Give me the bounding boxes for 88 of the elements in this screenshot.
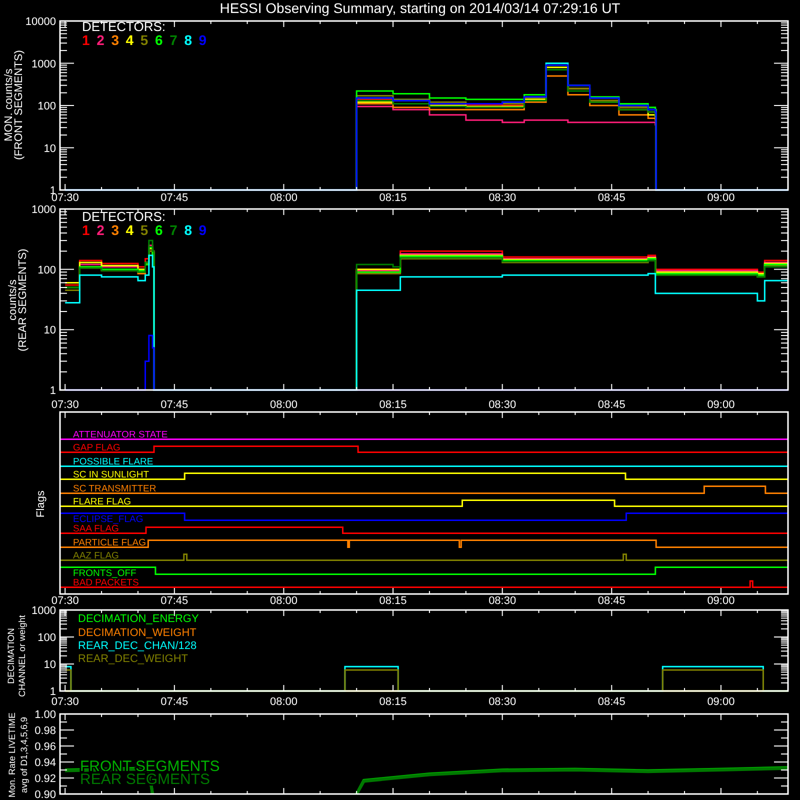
legend-label: 9 — [198, 222, 207, 238]
tick-label: 0.90 — [34, 789, 56, 800]
legend-title: DETECTORS: — [82, 19, 166, 34]
tick-label: 07:45 — [160, 399, 188, 410]
tick-label: 08:15 — [379, 696, 407, 708]
flag-label: AAZ FLAG — [73, 550, 119, 562]
tick-label: 1000 — [32, 606, 56, 617]
axis-title: MON. counts/s (FRONT SEGMENTS) — [3, 50, 25, 160]
legend-label: 2 — [96, 32, 104, 48]
flag-label: PARTICLE FLAG — [73, 537, 146, 548]
legend-label: 4 — [126, 32, 134, 48]
tick-label: 08:30 — [488, 595, 516, 606]
tick-label: 08:45 — [598, 595, 626, 606]
legend-label: 4 — [126, 222, 134, 238]
legend-label: 3 — [111, 32, 119, 48]
legend-label: 8 — [184, 222, 192, 238]
tick-label: 07:45 — [160, 595, 188, 606]
chart-title: HESSI Observing Summary, starting on 2014/03/14 07:29:16 UT — [220, 0, 620, 16]
tick-label: 08:00 — [270, 399, 298, 410]
tick-label: 08:30 — [488, 696, 516, 708]
flag-label: FRONTS_OFF — [73, 568, 136, 579]
tick-label: 08:45 — [598, 192, 626, 204]
tick-label: 07:30 — [51, 399, 79, 410]
flag-label: ECLIPSE_FLAG — [73, 514, 144, 525]
axis-title: DECIMATION CHANNEL or weight — [6, 615, 27, 697]
legend-label: 7 — [170, 32, 178, 48]
tick-label: 09:00 — [707, 192, 735, 204]
tick-label: 08:45 — [598, 696, 626, 708]
legend-label: 6 — [155, 32, 163, 48]
tick-label: 07:30 — [51, 595, 79, 606]
flag-label: SC TRANSMITTER — [73, 483, 156, 494]
tick-label: 08:15 — [379, 595, 407, 606]
flag-label: FLARE FLAG — [73, 496, 132, 508]
tick-label: 08:00 — [270, 696, 298, 708]
tick-label: 08:15 — [379, 192, 407, 204]
tick-label: 08:45 — [598, 399, 626, 410]
tick-label: 10 — [44, 324, 56, 337]
tick-label: 10 — [44, 142, 56, 155]
legend-label: 5 — [140, 32, 148, 48]
flag-label: ATTENUATOR STATE — [73, 429, 168, 440]
tick-label: 1 — [50, 385, 56, 397]
tick-label: 08:00 — [270, 595, 298, 606]
legend-label: 1 — [82, 32, 90, 48]
tick-label: 0.92 — [34, 773, 56, 785]
tick-label: 100 — [38, 100, 56, 112]
legend-label: 6 — [155, 222, 163, 238]
tick-label: 08:30 — [488, 399, 516, 410]
tick-label: 09:00 — [707, 595, 735, 606]
tick-label: 0.98 — [34, 725, 56, 737]
flag-label: SC IN SUNLIGHT — [73, 469, 150, 480]
tick-label: 1 — [50, 686, 56, 698]
tick-label: 100 — [38, 632, 56, 644]
legend-label: 3 — [111, 222, 119, 238]
tick-label: 08:15 — [379, 399, 407, 410]
axis-title: counts/s (REAR SEGMENTS) — [7, 248, 29, 352]
legend-label: DECIMATION_ENERGY — [78, 613, 199, 625]
tick-label: 100 — [38, 264, 56, 276]
tick-label: 10000 — [25, 16, 56, 28]
tick-label: 08:30 — [488, 192, 516, 204]
legend-label: 5 — [140, 222, 148, 238]
legend-label: 7 — [170, 222, 178, 238]
tick-label: 10 — [44, 659, 56, 671]
legend-title: DETECTORS: — [82, 209, 166, 224]
axis-title: Mon. Rate LIVETIME avg of D1,3,4,5,6,9 — [7, 712, 29, 798]
flag-label: GAP FLAG — [73, 442, 120, 454]
tick-label: 08:00 — [270, 192, 298, 204]
tick-label: 1.00 — [34, 709, 56, 721]
legend-label: DECIMATION_WEIGHT — [78, 627, 196, 639]
tick-label: 1000 — [32, 205, 56, 216]
legend-label: REAR_DEC_WEIGHT — [78, 653, 188, 665]
flag-label: SAA FLAG — [73, 523, 119, 534]
tick-label: 0.94 — [34, 757, 56, 769]
legend-label: REAR_DEC_CHAN/128 — [78, 640, 197, 652]
tick-label: 1000 — [32, 58, 56, 70]
tick-label: 07:30 — [51, 192, 79, 204]
tick-label: 07:45 — [160, 696, 188, 708]
tick-label: 0.96 — [34, 741, 56, 753]
tick-label: 07:45 — [160, 192, 188, 204]
legend-label: 8 — [184, 32, 192, 48]
tick-label: 07:30 — [51, 696, 79, 708]
flag-label: BAD PACKETS — [73, 577, 139, 588]
axis-title: Flags — [35, 490, 47, 518]
tick-label: 09:00 — [707, 696, 735, 708]
legend-label: 9 — [198, 32, 207, 48]
flag-label: POSSIBLE FLARE — [73, 456, 154, 468]
tick-label: 09:00 — [707, 399, 735, 410]
legend-label: 1 — [82, 222, 90, 238]
legend-label: 2 — [96, 222, 104, 238]
